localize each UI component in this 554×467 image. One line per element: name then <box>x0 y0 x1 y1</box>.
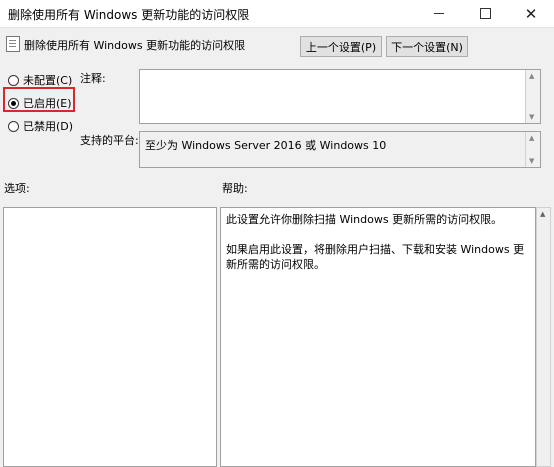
previous-setting-button[interactable]: 上一个设置(P) <box>300 36 382 57</box>
scroll-up-icon[interactable]: ▲ <box>540 210 545 218</box>
window-title: 删除使用所有 Windows 更新功能的访问权限 <box>8 8 250 22</box>
radio-disabled[interactable]: 已禁用(D) <box>8 118 73 134</box>
minimize-button[interactable] <box>416 0 462 27</box>
minimize-icon <box>434 13 444 14</box>
close-icon: ✕ <box>524 4 538 23</box>
radio-label: 已禁用(D) <box>23 120 74 133</box>
title-bar: 删除使用所有 Windows 更新功能的访问权限 ✕ <box>0 0 554 28</box>
help-scrollbar[interactable]: ▲ <box>536 207 551 467</box>
platform-field: 至少为 Windows Server 2016 或 Windows 10 ▲ ▼ <box>139 131 541 168</box>
radio-circle[interactable] <box>8 120 19 132</box>
radio-label: 未配置(C) <box>23 74 73 87</box>
platform-label: 支持的平台: <box>80 134 139 147</box>
help-label: 帮助: <box>222 182 248 195</box>
policy-name: 删除使用所有 Windows 更新功能的访问权限 <box>24 39 246 52</box>
scroll-up-icon[interactable]: ▲ <box>529 134 534 142</box>
help-paragraph: 此设置允许你删除扫描 Windows 更新所需的访问权限。 <box>226 213 503 226</box>
comment-label: 注释: <box>80 72 106 85</box>
policy-icon <box>6 36 20 52</box>
close-button[interactable]: ✕ <box>508 0 554 27</box>
radio-not-configured[interactable]: 未配置(C) <box>8 72 72 88</box>
scroll-down-icon[interactable]: ▼ <box>529 113 534 121</box>
scroll-up-icon[interactable]: ▲ <box>529 72 534 80</box>
scroll-down-icon[interactable]: ▼ <box>529 157 534 165</box>
next-setting-button[interactable]: 下一个设置(N) <box>386 36 468 57</box>
options-label: 选项: <box>4 182 30 195</box>
highlight-annotation <box>3 87 75 112</box>
help-paragraph: 如果启用此设置，将删除用户扫描、下载和安装 Windows 更新所需的访问权限。 <box>226 243 525 271</box>
comment-textarea[interactable]: ▲ ▼ <box>139 69 541 124</box>
comment-scrollbar[interactable]: ▲ ▼ <box>525 70 540 123</box>
options-pane <box>3 207 217 467</box>
help-pane: 此设置允许你删除扫描 Windows 更新所需的访问权限。 如果启用此设置，将删… <box>220 207 536 467</box>
maximize-button[interactable] <box>462 0 508 27</box>
platform-scrollbar[interactable]: ▲ ▼ <box>525 132 540 167</box>
platform-value: 至少为 Windows Server 2016 或 Windows 10 <box>145 139 387 152</box>
radio-circle[interactable] <box>8 74 19 86</box>
maximize-icon <box>479 8 491 19</box>
